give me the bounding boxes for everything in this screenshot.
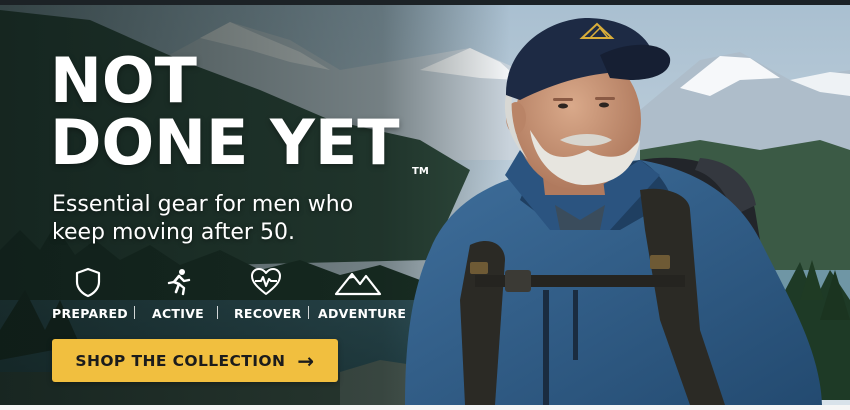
shield-icon <box>75 267 101 298</box>
mountain-icon <box>334 272 382 296</box>
feature-adventure: ADVENTURE <box>318 266 407 321</box>
feature-divider <box>308 306 309 319</box>
headline-line2: DONE YET <box>50 106 400 179</box>
bottom-border <box>0 405 850 410</box>
feature-label-prepared: PREPARED <box>52 306 128 321</box>
feature-label-adventure: ADVENTURE <box>318 306 407 321</box>
hero-banner: NOT DONE YET TM Essential gear for men w… <box>0 0 850 410</box>
feature-active: ACTIVE <box>150 266 206 321</box>
running-person-icon <box>167 269 191 296</box>
arrow-right-icon: → <box>297 348 315 373</box>
heart-pulse-icon <box>251 268 281 295</box>
headline-line1: NOT <box>50 44 197 117</box>
subheadline-line2: keep moving after 50. <box>52 220 295 245</box>
feature-prepared: PREPARED <box>52 266 128 321</box>
trademark-symbol: TM <box>412 166 429 177</box>
feature-recover: RECOVER <box>234 266 302 321</box>
top-border <box>0 0 850 5</box>
subheadline: Essential gear for men who keep moving a… <box>52 191 432 247</box>
shop-collection-button[interactable]: SHOP THE COLLECTION → <box>52 339 338 382</box>
feature-label-recover: RECOVER <box>234 306 302 321</box>
headline: NOT DONE YET <box>50 50 400 174</box>
feature-divider <box>134 306 135 319</box>
feature-label-active: ACTIVE <box>151 306 205 321</box>
subheadline-line1: Essential gear for men who <box>52 192 354 217</box>
feature-divider <box>217 306 218 319</box>
shop-collection-label: SHOP THE COLLECTION <box>75 351 286 370</box>
